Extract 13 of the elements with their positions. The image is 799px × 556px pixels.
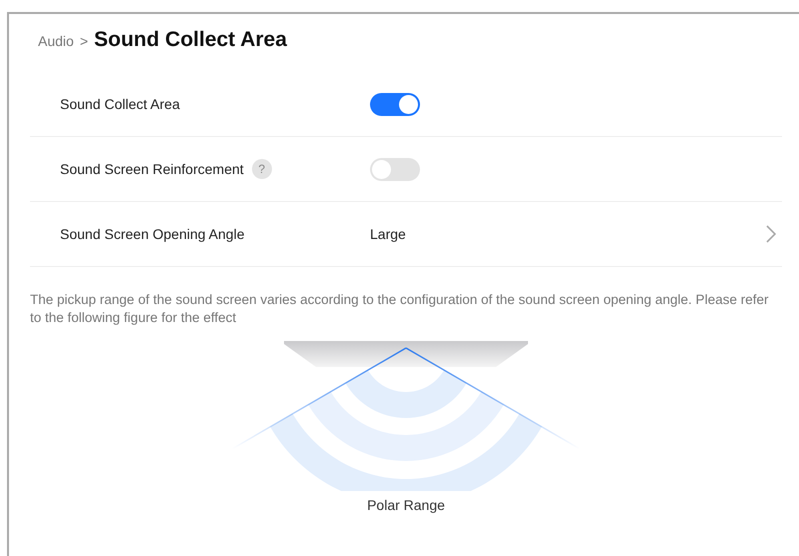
description-text: The pickup range of the sound screen varies according to the configuration of the sound screen opening angle. Please refer to the following figure for the effect xyxy=(30,291,770,327)
help-icon[interactable]: ? xyxy=(252,159,272,179)
chevron-right-icon[interactable] xyxy=(766,225,776,243)
setting-label: Sound Screen Reinforcement xyxy=(60,161,244,177)
setting-label: Sound Screen Opening Angle xyxy=(60,226,244,242)
figure-caption: Polar Range xyxy=(367,497,445,513)
setting-label: Sound Collect Area xyxy=(60,96,180,112)
page-title: Sound Collect Area xyxy=(94,28,287,52)
toggle-switch[interactable] xyxy=(370,158,420,180)
breadcrumb-link[interactable]: Audio xyxy=(38,33,74,49)
toggle-switch[interactable] xyxy=(370,92,420,116)
setting-value: Large xyxy=(370,226,407,242)
breadcrumb-separator: > xyxy=(80,33,88,49)
